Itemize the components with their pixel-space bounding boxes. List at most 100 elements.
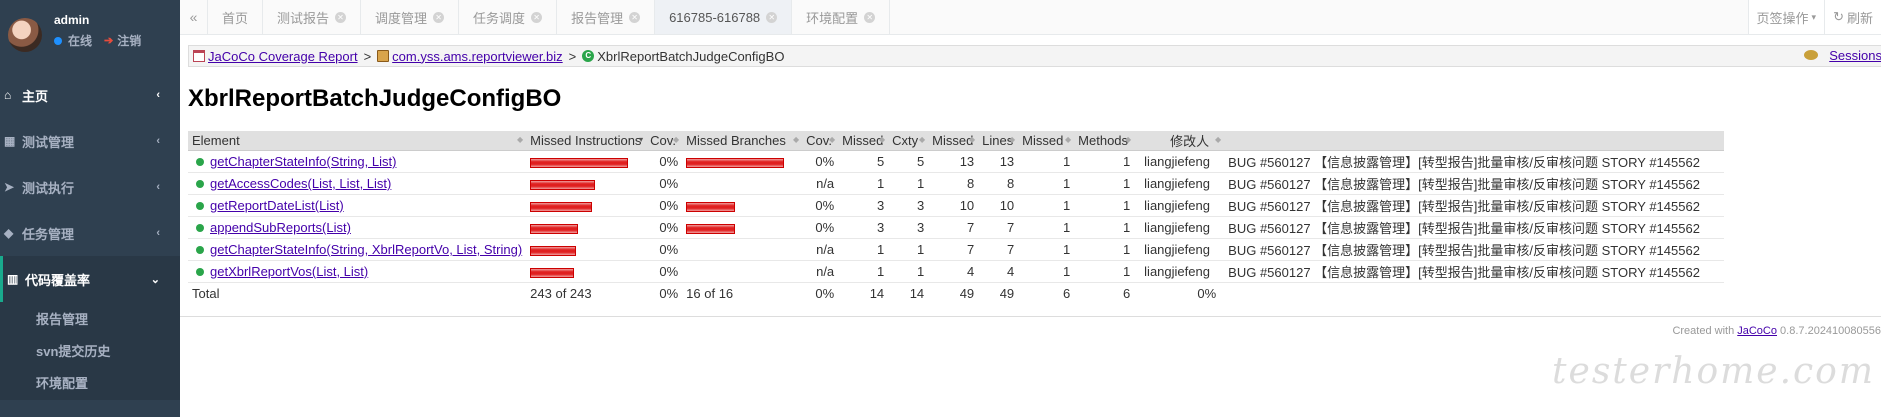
sidebar-item-label: 测试执行 xyxy=(22,180,75,196)
table-total-row: Total 243 of 243 0% 16 of 16 0% 14 14 49… xyxy=(188,283,1724,305)
sidebar-item-test-execution[interactable]: ➤ 测试执行 ‹ xyxy=(0,164,180,210)
author: liangjiefeng xyxy=(1134,194,1225,217)
logout-link[interactable]: 注销 xyxy=(117,32,141,49)
missed-instructions-bar xyxy=(526,172,647,195)
header-label: Missed Instructions xyxy=(530,133,642,148)
cxty-missed: 1 xyxy=(838,238,889,261)
breadcrumb-package-link[interactable]: com.yss.ams.reportviewer.biz xyxy=(392,49,563,64)
col-missed-branches[interactable]: Missed Branches ◆ xyxy=(682,131,803,151)
col-lines-missed[interactable]: Missed ◆ xyxy=(928,131,979,151)
lines-missed: 13 xyxy=(928,150,979,173)
sidebar-item-task-management[interactable]: ◆ 任务管理 ‹ xyxy=(0,210,180,256)
tab-schedule-management[interactable]: 调度管理 ✕ xyxy=(361,0,460,34)
sort-desc-icon: ▾ xyxy=(639,135,644,144)
missed-branches-bar-fill xyxy=(686,157,785,168)
sidebar-item-label: 主页 xyxy=(22,88,49,104)
tab-scroll-left-button[interactable]: « xyxy=(180,0,208,34)
instr-cov: 0% xyxy=(646,238,683,261)
close-icon[interactable]: ✕ xyxy=(531,11,543,23)
footer: Created with JaCoCo 0.8.7.202410080556 xyxy=(1672,325,1881,337)
method-link[interactable]: getAccessCodes(List, List, List) xyxy=(210,176,391,191)
page-ops-dropdown[interactable]: 页签操作 ▾ xyxy=(1747,0,1825,34)
method-link[interactable]: appendSubReports(List) xyxy=(210,220,351,235)
lines: 10 xyxy=(978,194,1019,217)
branch-cov: 0% xyxy=(802,194,839,217)
refresh-icon: ↻ xyxy=(1833,9,1844,24)
sessions-icon xyxy=(1804,50,1818,60)
col-cxty[interactable]: Cxty ◆ xyxy=(888,131,929,151)
lines: 7 xyxy=(978,238,1019,261)
missed-instructions-bar-fill xyxy=(530,179,596,190)
col-author[interactable]: 修改人 ◆ xyxy=(1134,131,1225,151)
tab-label: 环境配置 xyxy=(806,10,859,26)
refresh-button[interactable]: ↻ 刷新 xyxy=(1824,0,1881,34)
col-lines[interactable]: Lines ◆ xyxy=(978,131,1019,151)
sidebar-item-code-coverage[interactable]: ▥ 代码覆盖率 ⌄ xyxy=(0,256,180,302)
page-ops-label: 页签操作 xyxy=(1756,10,1809,26)
method-link[interactable]: getChapterStateInfo(String, List) xyxy=(210,154,396,169)
breadcrumb-separator: > xyxy=(568,48,577,64)
col-methods[interactable]: Methods ◆ xyxy=(1074,131,1135,151)
sessions-link[interactable]: Sessions xyxy=(1829,48,1881,63)
author: liangjiefeng xyxy=(1134,172,1225,195)
methods-missed: 1 xyxy=(1018,238,1075,261)
breadcrumb-separator: > xyxy=(363,48,372,64)
sidebar: admin 在线 ➔ 注销 ⌂ 主页 ‹ ▦ 测试管理 ‹ ➤ 测试执行 ‹ ◆… xyxy=(0,0,180,417)
col-methods-missed[interactable]: Missed ◆ xyxy=(1018,131,1075,151)
branch-cov: n/a xyxy=(802,238,839,261)
total-methods-missed: 6 xyxy=(1062,286,1071,302)
breadcrumb-report-link[interactable]: JaCoCo Coverage Report xyxy=(208,49,358,64)
col-commit xyxy=(1224,131,1725,151)
chevron-left-icon: ‹ xyxy=(156,181,160,193)
method-link[interactable]: getChapterStateInfo(String, XbrlReportVo… xyxy=(210,242,522,257)
report-icon xyxy=(193,50,205,62)
col-instr-cov[interactable]: Cov. ◆ xyxy=(646,131,683,151)
sidebar-item-test-management[interactable]: ▦ 测试管理 ‹ xyxy=(0,118,180,164)
header-label: Cxty xyxy=(892,133,919,148)
sidebar-subitem-env-config[interactable]: 环境配置 xyxy=(0,368,180,400)
close-icon[interactable]: ✕ xyxy=(629,11,641,23)
col-element[interactable]: Element ◆ xyxy=(188,131,527,151)
sidebar-subitem-svn-history[interactable]: svn提交历史 xyxy=(0,336,180,368)
commit-message: BUG #560127 【信息披露管理】[转型报告]批量审核/反审核问题 STO… xyxy=(1224,260,1725,283)
total-methods: 6 xyxy=(1122,286,1131,302)
tab-report-management[interactable]: 报告管理 ✕ xyxy=(557,0,656,34)
cxty: 1 xyxy=(888,172,929,195)
user-profile: admin 在线 ➔ 注销 xyxy=(0,0,180,72)
chart-icon: ▥ xyxy=(7,272,19,286)
breadcrumb-class: XbrlReportBatchJudgeConfigBO xyxy=(597,48,785,64)
cxty-missed: 1 xyxy=(838,260,889,283)
total-lines: 49 xyxy=(999,286,1015,302)
sidebar-subitem-report-management[interactable]: 报告管理 xyxy=(0,304,180,336)
lines-missed: 4 xyxy=(928,260,979,283)
col-cxty-missed[interactable]: Missed ◆ xyxy=(838,131,889,151)
lines-missed: 7 xyxy=(928,238,979,261)
tab-test-report[interactable]: 测试报告 ✕ xyxy=(263,0,362,34)
tab-label: 调度管理 xyxy=(375,10,428,26)
coverage-table-body: getChapterStateInfo(String, List) 0% 0% 5 5 1… xyxy=(188,150,1725,283)
jacoco-link[interactable]: JaCoCo xyxy=(1737,325,1777,337)
sort-icon: ◆ xyxy=(829,135,836,144)
tab-label: 任务调度 xyxy=(473,10,526,26)
tab-env-config[interactable]: 环境配置 ✕ xyxy=(792,0,891,34)
close-icon[interactable]: ✕ xyxy=(864,11,876,23)
close-icon[interactable]: ✕ xyxy=(766,11,778,23)
col-missed-instructions[interactable]: Missed Instructions ▾ xyxy=(526,131,647,151)
avatar[interactable] xyxy=(8,18,42,52)
tab-task-schedule[interactable]: 任务调度 ✕ xyxy=(459,0,558,34)
cxty: 5 xyxy=(888,150,929,173)
close-icon[interactable]: ✕ xyxy=(335,11,347,23)
missed-instructions-bar xyxy=(526,238,647,261)
method-link[interactable]: getReportDateList(List) xyxy=(210,198,344,213)
method-link[interactable]: getXbrlReportVos(List, List) xyxy=(210,264,368,279)
close-icon[interactable]: ✕ xyxy=(433,11,445,23)
element-cell: getChapterStateInfo(String, XbrlReportVo… xyxy=(188,238,527,261)
col-branch-cov[interactable]: Cov. ◆ xyxy=(802,131,839,151)
commit-message: BUG #560127 【信息披露管理】[转型报告]批量审核/反审核问题 STO… xyxy=(1224,172,1725,195)
report-content: JaCoCo Coverage Report > com.yss.ams.rep… xyxy=(180,35,1881,417)
chevron-left-icon: ‹ xyxy=(156,135,160,147)
logout-icon[interactable]: ➔ xyxy=(104,34,113,47)
tab-coverage-report[interactable]: 616785-616788 ✕ xyxy=(655,0,793,34)
sidebar-item-home[interactable]: ⌂ 主页 ‹ xyxy=(0,72,180,118)
tab-home[interactable]: 首页 xyxy=(208,0,264,34)
